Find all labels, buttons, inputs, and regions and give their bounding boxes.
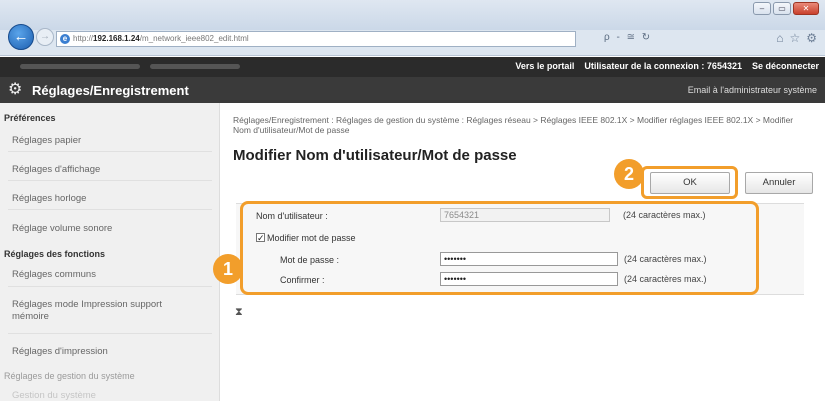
sidebar-heading-preferences: Préférences [4,113,56,123]
divider [8,209,212,210]
sidebar-item-volume-sonore[interactable]: Réglage volume sonore [0,223,220,235]
browser-page-icon: e [60,34,70,44]
topbar-links: Vers le portail Utilisateur de la connex… [515,61,819,71]
confirm-password-field[interactable]: ••••••• [440,272,618,286]
confirm-hint: (24 caractères max.) [624,274,707,284]
sidebar-heading-fonctions: Réglages des fonctions [4,249,106,259]
username-hint: (24 caractères max.) [623,210,706,220]
sidebar-item-gestion-systeme[interactable]: Gestion du système [0,390,220,401]
username-label: Nom d'utilisateur : [256,211,328,221]
url-input[interactable]: e http://192.168.1.24/m_network_ieee802_… [56,31,576,47]
page-title: Réglages/Enregistrement [32,83,189,98]
url-host: 192.168.1.24 [93,34,140,43]
change-password-label: Modifier mot de passe [267,233,356,243]
settings-gear-icon[interactable]: ⚙ [806,31,817,45]
sidebar-heading-gestion-systeme: Réglages de gestion du système [4,371,135,381]
settings-gear-icon: ⚙ [8,81,23,98]
password-label: Mot de passe : [280,255,340,265]
divider [8,286,212,287]
sidebar: Préférences Réglages papier Réglages d'a… [0,103,220,401]
blurred-device-name [20,64,140,69]
portal-link[interactable]: Vers le portail [515,61,574,71]
confirm-label: Confirmer : [280,275,325,285]
sidebar-item-impression-support-memoire[interactable]: Réglages mode Impression support mémoire [0,299,170,323]
favorites-star-icon[interactable]: ☆ [789,31,800,45]
divider [8,333,212,334]
portal-topbar: Vers le portail Utilisateur de la connex… [0,57,825,77]
window-controls: – ▭ ✕ [753,2,819,15]
step-badge-1: 1 [213,254,243,284]
sidebar-item-reglages-horloge[interactable]: Réglages horloge [0,193,220,205]
sidebar-item-reglages-affichage[interactable]: Réglages d'affichage [0,164,220,176]
password-field[interactable]: ••••••• [440,252,618,266]
sidebar-item-reglages-communs[interactable]: Réglages communs [0,269,220,281]
sidebar-item-reglages-impression[interactable]: Réglages d'impression [0,346,220,358]
logout-link[interactable]: Se déconnecter [752,61,819,71]
form-title: Modifier Nom d'utilisateur/Mot de passe [233,147,517,164]
browser-titlebar: – ▭ ✕ [0,0,825,30]
blurred-device-location [150,64,240,69]
app-header: ⚙ Réglages/Enregistrement Email à l'admi… [0,77,825,103]
minimize-button[interactable]: – [753,2,771,15]
url-path: /m_network_ieee802_edit.html [139,34,249,43]
back-to-top-icon[interactable]: ⧗ [235,306,243,319]
step-badge-2: 2 [614,159,644,189]
logged-user-label: Utilisateur de la connexion : 7654321 [584,61,742,71]
breadcrumb: Réglages/Enregistrement : Réglages de ge… [233,115,794,135]
maximize-button[interactable]: ▭ [773,2,791,15]
divider [8,151,212,152]
change-password-checkbox[interactable]: ✓ [256,233,265,243]
url-prefix: http:// [73,34,94,43]
home-icon[interactable]: ⌂ [776,31,783,45]
browser-toolbar: ⌂ ☆ ⚙ [776,31,817,45]
browser-address-row: ← → e http://192.168.1.24/m_network_ieee… [0,24,825,56]
divider [8,180,212,181]
forward-arrow-icon[interactable]: → [36,28,54,46]
url-tools[interactable]: ρ - ≅ ↻ [604,32,652,43]
password-hint: (24 caractères max.) [624,254,707,264]
ok-button[interactable]: OK [650,172,730,194]
cancel-button[interactable]: Annuler [745,172,813,194]
username-field[interactable]: 7654321 [440,208,610,222]
mail-admin-link[interactable]: Email à l'administrateur système [688,85,817,95]
sidebar-item-reglages-papier[interactable]: Réglages papier [0,135,220,147]
close-window-button[interactable]: ✕ [793,2,819,15]
back-arrow-icon[interactable]: ← [8,24,34,50]
